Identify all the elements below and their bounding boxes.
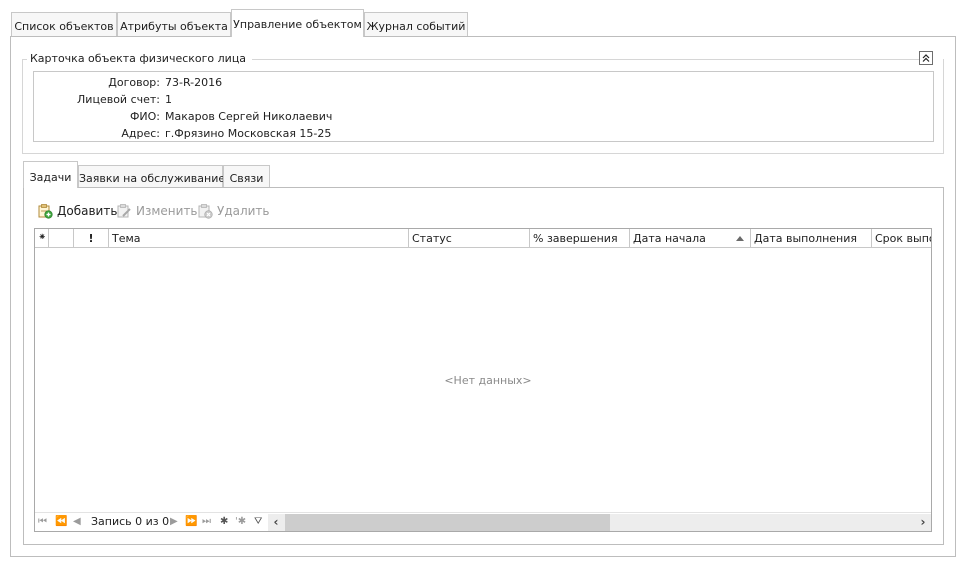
nav-append-icon[interactable]: ✱	[220, 516, 228, 527]
column-header-subject[interactable]: Тема	[109, 229, 409, 247]
attachment-column[interactable]	[49, 229, 74, 247]
address-label: Адрес:	[121, 127, 160, 140]
nav-remove-icon[interactable]: '✱	[235, 516, 246, 527]
tab-object-list[interactable]: Список объектов	[11, 12, 117, 36]
column-header-due-date[interactable]: Дата выполнения	[751, 229, 872, 247]
collapse-button[interactable]	[919, 51, 933, 65]
nav-filter-icon[interactable]: ⛛	[254, 516, 262, 527]
column-header-start-date[interactable]: Дата начала	[630, 229, 751, 247]
empty-grid-text: <Нет данных>	[444, 374, 532, 387]
column-header-status[interactable]: Статус	[409, 229, 530, 247]
scroll-right-arrow[interactable]: ›	[915, 514, 931, 531]
start-date-label: Дата начала	[633, 232, 706, 245]
edit-button-label: Изменить	[136, 204, 198, 218]
tasks-grid[interactable]: ⁕ ! Тема Статус % завершения Дата начала…	[34, 228, 932, 532]
new-row-indicator-column[interactable]: ⁕	[35, 229, 49, 247]
full-name-label: ФИО:	[129, 110, 160, 123]
nav-next-icon[interactable]: ▶	[170, 516, 178, 527]
tab-event-log[interactable]: Журнал событий	[364, 12, 468, 36]
edit-button[interactable]: Изменить	[116, 202, 198, 220]
nav-prev-page-icon[interactable]: ⏪	[55, 516, 67, 527]
full-name-value: Макаров Сергей Николаевич	[165, 110, 333, 123]
asterisk-icon: ⁕	[38, 232, 47, 243]
horizontal-scrollbar[interactable]: ‹ ›	[268, 514, 931, 531]
contract-value: 73-R-2016	[165, 76, 223, 89]
add-button[interactable]: Добавить	[37, 202, 117, 220]
delete-task-icon	[198, 204, 213, 219]
delete-button-label: Удалить	[217, 204, 270, 218]
grid-header: ⁕ ! Тема Статус % завершения Дата начала…	[35, 229, 931, 248]
record-counter: Запись 0 из 0	[91, 515, 170, 528]
scroll-left-arrow[interactable]: ‹	[268, 514, 284, 531]
nav-next-page-icon[interactable]: ⏩	[185, 516, 197, 527]
sort-ascending-icon	[736, 236, 744, 241]
add-button-label: Добавить	[57, 204, 118, 218]
nav-prev-icon[interactable]: ◀	[73, 516, 81, 527]
double-chevron-up-icon	[922, 54, 930, 62]
contract-label: Договор:	[108, 76, 160, 89]
scroll-thumb[interactable]	[285, 514, 610, 531]
priority-column[interactable]: !	[74, 229, 109, 247]
column-header-deadline[interactable]: Срок выпол	[872, 229, 931, 247]
tab-links[interactable]: Связи	[223, 165, 270, 187]
account-value: 1	[165, 93, 172, 106]
edit-task-icon	[117, 204, 131, 218]
tab-object-management[interactable]: Управление объектом	[231, 9, 364, 37]
delete-button[interactable]: Удалить	[197, 202, 270, 220]
priority-icon: !	[88, 232, 94, 245]
add-task-icon	[38, 204, 53, 219]
tab-object-attributes[interactable]: Атрибуты объекта	[117, 12, 231, 36]
tab-tasks[interactable]: Задачи	[23, 161, 78, 188]
nav-last-icon[interactable]: ⏭	[202, 516, 211, 527]
account-label: Лицевой счет:	[77, 93, 160, 106]
card-group-title: Карточка объекта физического лица	[27, 52, 253, 65]
column-header-percent-complete[interactable]: % завершения	[530, 229, 630, 247]
address-value: г.Фрязино Московская 15-25	[165, 127, 332, 140]
nav-first-icon[interactable]: ⏮	[38, 516, 47, 527]
tab-service-requests[interactable]: Заявки на обслуживание	[78, 165, 225, 187]
